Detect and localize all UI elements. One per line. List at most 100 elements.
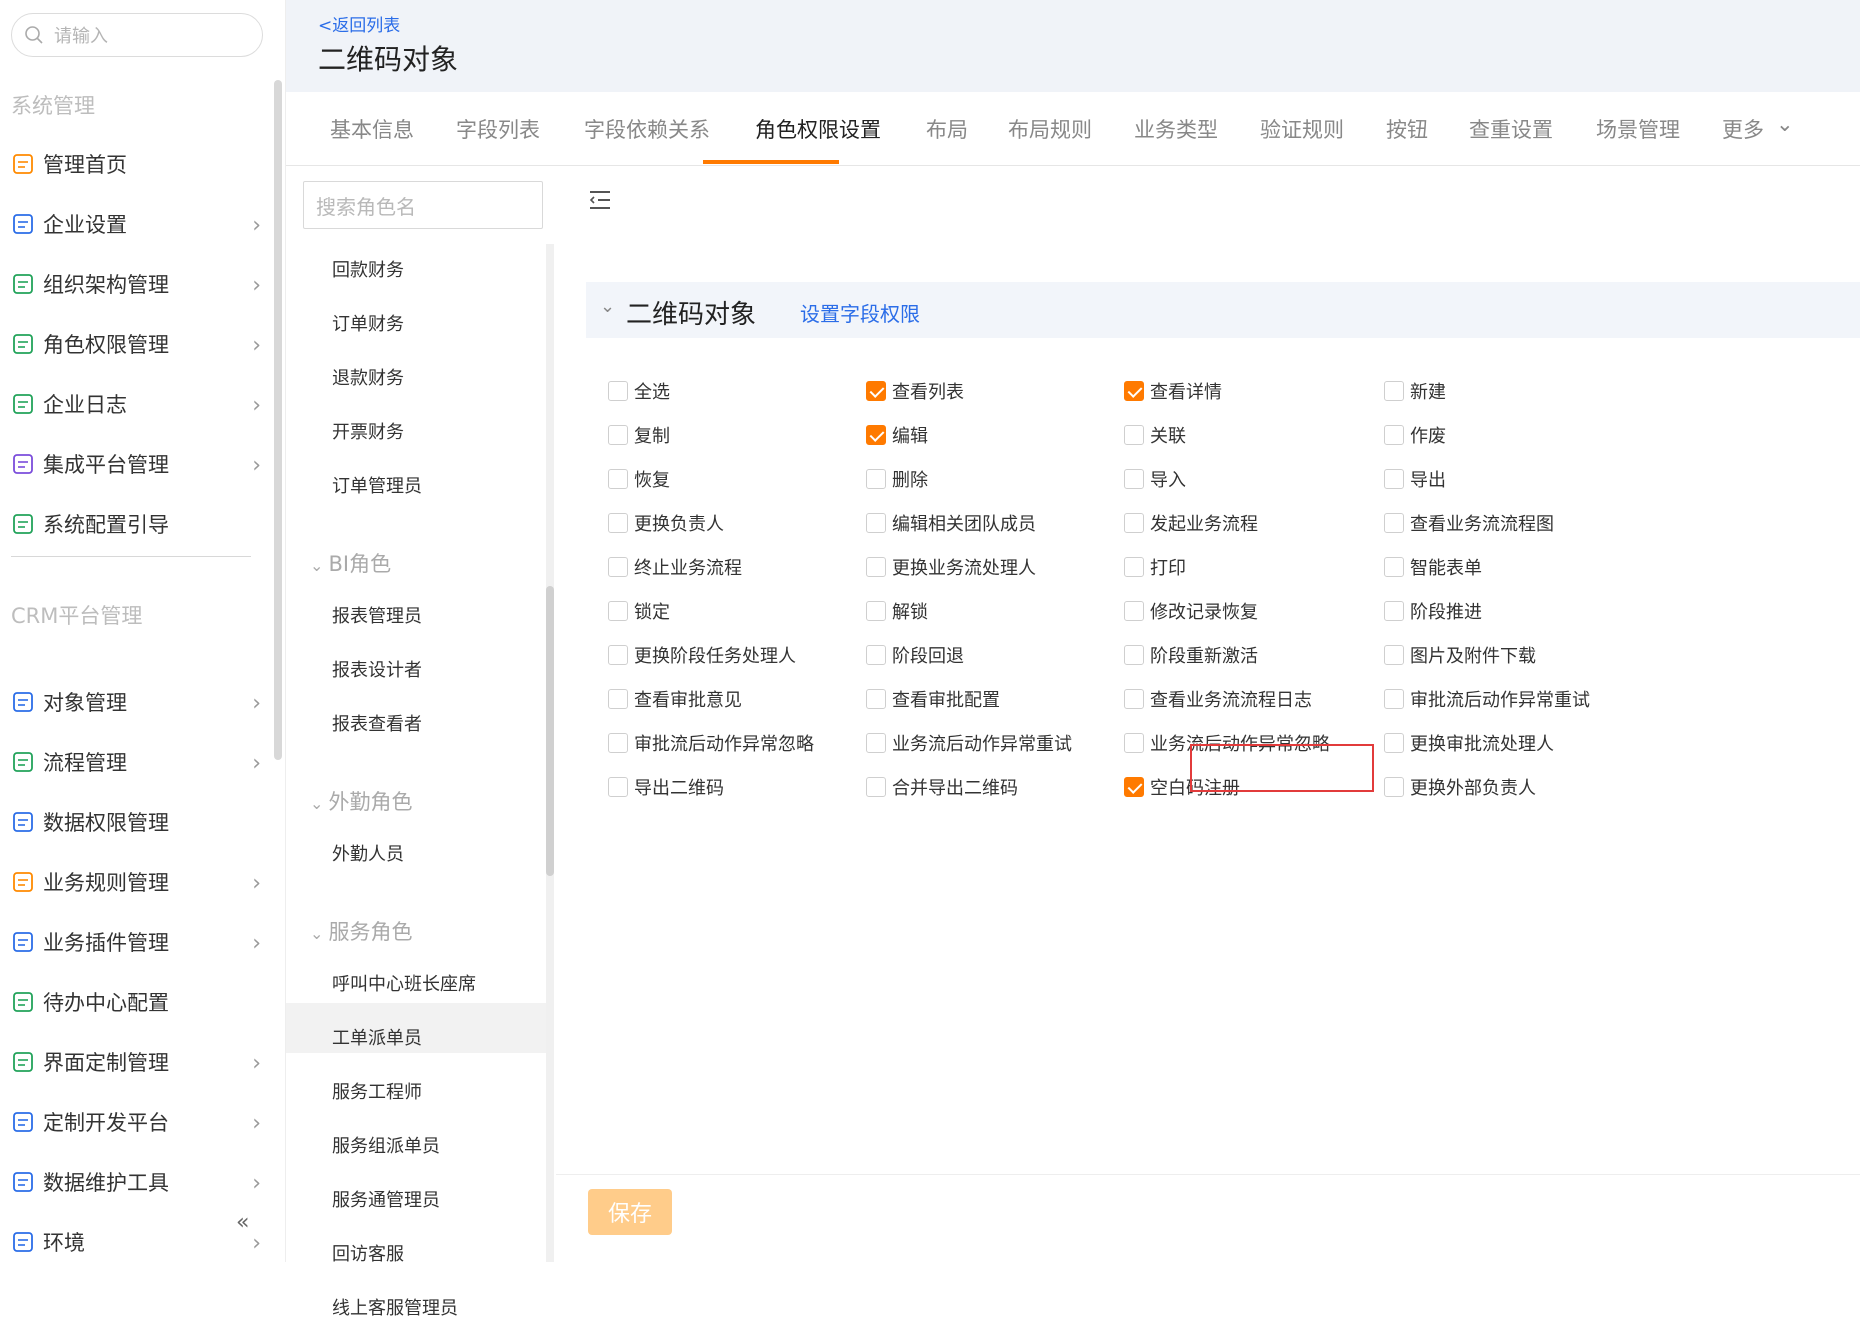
nav-item-crm-3[interactable]: 业务规则管理 › [11,862,261,902]
tab-2[interactable]: 字段依赖关系 [584,114,710,144]
nav-item-system-3[interactable]: 角色权限管理 › [11,324,261,364]
tab-1[interactable]: 字段列表 [456,114,540,144]
permission-checkbox[interactable] [866,557,886,577]
permission-checkbox[interactable] [608,513,628,533]
permission-option[interactable]: 查看业务流流程图 [1384,510,1554,536]
permission-checkbox[interactable] [1384,513,1404,533]
permission-option[interactable]: 审批流后动作异常重试 [1384,686,1590,712]
permission-checkbox[interactable] [1124,733,1144,753]
permission-option[interactable]: 更换负责人 [608,510,724,536]
tab-9[interactable]: 查重设置 [1469,114,1553,144]
permission-checkbox[interactable] [1124,381,1144,401]
role-item-bi-0[interactable]: 报表管理员 [332,602,422,628]
permission-checkbox[interactable] [1124,513,1144,533]
permission-checkbox[interactable] [866,645,886,665]
role-search-input[interactable]: 搜索角色名 [303,181,543,229]
permission-option[interactable]: 阶段重新激活 [1124,642,1258,668]
permission-checkbox[interactable] [608,381,628,401]
nav-item-crm-7[interactable]: 定制开发平台 › [11,1102,261,1142]
permission-checkbox[interactable] [866,513,886,533]
chevron-down-icon[interactable]: ⌄ [600,296,615,317]
permission-checkbox[interactable] [866,777,886,797]
permission-checkbox[interactable] [1384,469,1404,489]
permission-option[interactable]: 图片及附件下载 [1384,642,1536,668]
permission-checkbox[interactable] [866,733,886,753]
permission-checkbox[interactable] [608,689,628,709]
role-group-bi[interactable]: ⌄ BI角色 [310,548,391,578]
permission-checkbox[interactable] [1124,689,1144,709]
tab-4[interactable]: 布局 [926,114,968,144]
permission-checkbox[interactable] [866,425,886,445]
role-item-service-5[interactable]: 回访客服 [332,1240,404,1266]
nav-item-crm-6[interactable]: 界面定制管理 › [11,1042,261,1082]
permission-checkbox[interactable] [866,469,886,489]
role-item-top-4[interactable]: 订单管理员 [332,472,422,498]
role-item-bi-2[interactable]: 报表查看者 [332,710,422,736]
permission-option[interactable]: 查看列表 [866,378,964,404]
role-item-service-3[interactable]: 服务组派单员 [332,1132,440,1158]
permission-checkbox[interactable] [1384,733,1404,753]
nav-item-crm-9[interactable]: 环境 › [11,1222,261,1262]
permission-option[interactable]: 复制 [608,422,670,448]
tab-5[interactable]: 布局规则 [1008,114,1092,144]
permission-option[interactable]: 合并导出二维码 [866,774,1018,800]
permission-option[interactable]: 全选 [608,378,670,404]
role-item-field-0[interactable]: 外勤人员 [332,840,404,866]
tab-3[interactable]: 角色权限设置 [755,114,881,144]
permission-checkbox[interactable] [866,601,886,621]
permission-option[interactable]: 解锁 [866,598,928,624]
tab-11[interactable]: 更多 [1722,114,1764,144]
nav-item-system-6[interactable]: 系统配置引导 [11,504,261,544]
tab-0[interactable]: 基本信息 [330,114,414,144]
permission-checkbox[interactable] [608,733,628,753]
tab-8[interactable]: 按钮 [1386,114,1428,144]
permission-checkbox[interactable] [608,601,628,621]
permission-option[interactable]: 打印 [1124,554,1186,580]
permission-option[interactable]: 新建 [1384,378,1446,404]
nav-item-crm-4[interactable]: 业务插件管理 › [11,922,261,962]
nav-item-crm-5[interactable]: 待办中心配置 [11,982,261,1022]
permission-checkbox[interactable] [1124,557,1144,577]
permission-checkbox[interactable] [1124,425,1144,445]
permission-option[interactable]: 更换外部负责人 [1384,774,1536,800]
role-item-service-2[interactable]: 服务工程师 [332,1078,422,1104]
nav-item-system-5[interactable]: 集成平台管理 › [11,444,261,484]
permission-option[interactable]: 导出二维码 [608,774,724,800]
set-field-permission-link[interactable]: 设置字段权限 [800,298,920,327]
nav-item-system-1[interactable]: 企业设置 › [11,204,261,244]
permission-checkbox[interactable] [1384,381,1404,401]
permission-option[interactable]: 恢复 [608,466,670,492]
role-item-top-1[interactable]: 订单财务 [332,310,404,336]
role-item-top-3[interactable]: 开票财务 [332,418,404,444]
collapse-sidebar-icon[interactable]: « [236,1210,249,1235]
permission-option[interactable]: 编辑相关团队成员 [866,510,1036,536]
permission-option[interactable]: 作废 [1384,422,1446,448]
permission-option[interactable]: 查看业务流流程日志 [1124,686,1312,712]
permission-option[interactable]: 查看审批意见 [608,686,742,712]
permission-checkbox[interactable] [608,777,628,797]
permission-option[interactable]: 删除 [866,466,928,492]
permission-option[interactable]: 关联 [1124,422,1186,448]
role-item-service-0[interactable]: 呼叫中心班长座席 [332,970,476,996]
role-item-service-1[interactable]: 工单派单员 [332,1024,422,1050]
permission-option[interactable]: 更换阶段任务处理人 [608,642,796,668]
permission-checkbox[interactable] [1384,645,1404,665]
role-group-service[interactable]: ⌄ 服务角色 [310,916,413,946]
permission-option[interactable]: 阶段推进 [1384,598,1482,624]
permission-option[interactable]: 审批流后动作异常忽略 [608,730,814,756]
permission-checkbox[interactable] [1384,601,1404,621]
permission-option[interactable]: 查看审批配置 [866,686,1000,712]
permission-checkbox[interactable] [608,557,628,577]
nav-search-box[interactable]: 请输入 [11,13,263,57]
permission-option[interactable]: 更换业务流处理人 [866,554,1036,580]
nav-item-system-2[interactable]: 组织架构管理 › [11,264,261,304]
role-item-top-0[interactable]: 回款财务 [332,256,404,282]
permission-checkbox[interactable] [608,425,628,445]
permission-option[interactable]: 业务流后动作异常重试 [866,730,1072,756]
nav-item-system-0[interactable]: 管理首页 [11,144,261,184]
toggle-menu-icon[interactable] [588,189,612,215]
permission-checkbox[interactable] [1384,425,1404,445]
role-item-service-4[interactable]: 服务通管理员 [332,1186,440,1212]
permission-option[interactable]: 锁定 [608,598,670,624]
permission-option[interactable]: 修改记录恢复 [1124,598,1258,624]
